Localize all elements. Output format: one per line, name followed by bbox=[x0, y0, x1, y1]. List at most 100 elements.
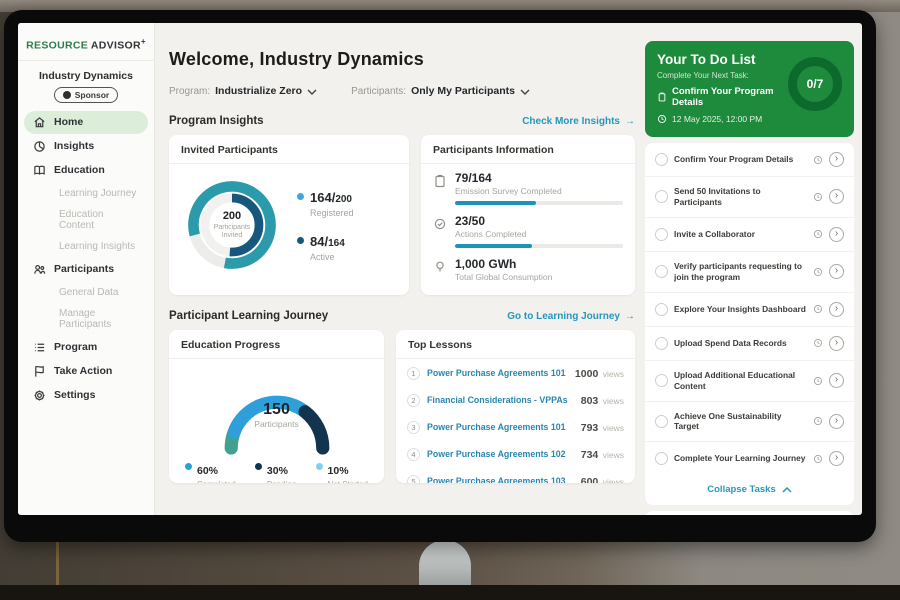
legend-label: Completed bbox=[197, 480, 236, 483]
progress-bar-fill bbox=[455, 201, 536, 205]
todo-checkbox[interactable] bbox=[655, 190, 668, 203]
chevron-right-button[interactable]: › bbox=[829, 227, 844, 242]
sidebar-item-manage-participants[interactable]: Manage Participants bbox=[24, 303, 148, 335]
todo-checkbox[interactable] bbox=[655, 265, 668, 278]
legend-total: 200 bbox=[335, 194, 352, 205]
todo-item[interactable]: Upload Additional Educational Content › bbox=[645, 361, 854, 402]
todo-item-label: Upload Additional Educational Content bbox=[674, 370, 807, 392]
sidebar-item-participants[interactable]: Participants bbox=[24, 258, 148, 281]
lesson-link[interactable]: Financial Considerations - VPPAs bbox=[427, 395, 574, 405]
legend-not-started: 10%Not Started bbox=[316, 461, 368, 483]
lesson-link[interactable]: Power Purchase Agreements 102 bbox=[427, 449, 574, 459]
arrow-right-icon: → bbox=[625, 311, 635, 322]
participants-label: Participants: bbox=[351, 86, 406, 97]
sidebar-item-label: Manage Participants bbox=[59, 308, 111, 330]
clock-icon bbox=[813, 376, 823, 386]
sidebar-item-general-data[interactable]: General Data bbox=[24, 282, 148, 303]
program-label: Program: bbox=[169, 86, 210, 97]
badge-check-icon bbox=[433, 217, 447, 231]
lesson-rank: 1 bbox=[407, 367, 420, 380]
program-dropdown[interactable]: Program: Industrialize Zero bbox=[169, 82, 317, 100]
home-icon bbox=[33, 116, 46, 129]
todo-checkbox[interactable] bbox=[655, 337, 668, 350]
sidebar-item-take-action[interactable]: Take Action bbox=[24, 360, 148, 383]
todo-item-label: Verify participants requesting to join t… bbox=[674, 261, 807, 283]
chevron-right-button[interactable]: › bbox=[829, 189, 844, 204]
todo-counter: 0/7 bbox=[807, 77, 824, 91]
sidebar-item-label: Program bbox=[54, 341, 97, 353]
people-icon bbox=[33, 263, 46, 276]
collapse-tasks-link[interactable]: Collapse Tasks bbox=[645, 475, 854, 505]
section-title: Participant Learning Journey bbox=[169, 310, 328, 322]
program-insights-header: Program Insights Check More Insights→ bbox=[169, 115, 635, 127]
chevron-right-button[interactable]: › bbox=[829, 451, 844, 466]
sidebar-item-learning-insights[interactable]: Learning Insights bbox=[24, 236, 148, 257]
sponsor-label: Sponsor bbox=[75, 90, 109, 100]
clock-icon bbox=[813, 155, 823, 165]
chevron-right-button[interactable]: › bbox=[829, 264, 844, 279]
sidebar-item-label: Home bbox=[54, 116, 83, 128]
learning-cards-row: Education Progress 150 Participants bbox=[169, 330, 635, 483]
chevron-right-button[interactable]: › bbox=[829, 414, 844, 429]
legend-pending: 30%Pending bbox=[255, 461, 296, 483]
insights-cards-row: Invited Participants 200 Partic bbox=[169, 135, 635, 295]
todo-checkbox[interactable] bbox=[655, 452, 668, 465]
todo-item[interactable]: Explore Your Insights Dashboard › bbox=[645, 293, 854, 327]
lesson-rank: 3 bbox=[407, 421, 420, 434]
stat-label: Total Global Consumption bbox=[455, 272, 623, 282]
sidebar-item-learning-journey[interactable]: Learning Journey bbox=[24, 183, 148, 204]
todo-checkbox[interactable] bbox=[655, 303, 668, 316]
sidebar-item-insights[interactable]: Insights bbox=[24, 135, 148, 158]
sidebar-item-home[interactable]: Home bbox=[24, 111, 148, 134]
go-to-learning-journey-link[interactable]: Go to Learning Journey→ bbox=[507, 311, 635, 322]
gauge-chart-area: 150 Participants bbox=[169, 359, 384, 455]
sidebar-item-settings[interactable]: Settings bbox=[24, 384, 148, 407]
lesson-link[interactable]: Power Purchase Agreements 101 bbox=[427, 368, 568, 378]
cable bbox=[56, 536, 59, 588]
sidebar-item-education[interactable]: Education bbox=[24, 159, 148, 182]
section-title: Program Insights bbox=[169, 115, 264, 127]
legend-pct: 10% bbox=[328, 465, 349, 477]
chevron-right-button[interactable]: › bbox=[829, 336, 844, 351]
lesson-row: 2 Financial Considerations - VPPAs 803 v… bbox=[396, 386, 635, 413]
todo-checkbox[interactable] bbox=[655, 228, 668, 241]
legend-label: Active bbox=[310, 252, 345, 262]
lightbulb-icon bbox=[433, 260, 447, 274]
lesson-link[interactable]: Power Purchase Agreements 101 bbox=[427, 422, 574, 432]
chevron-right-button[interactable]: › bbox=[829, 152, 844, 167]
stat-emission-survey: 79/164 Emission Survey Completed bbox=[421, 164, 635, 207]
lesson-link[interactable]: Power Purchase Agreements 103 bbox=[427, 476, 574, 483]
participants-dropdown[interactable]: Participants: Only My Participants bbox=[351, 82, 530, 100]
logo-plus: + bbox=[141, 37, 146, 46]
stat-label: Emission Survey Completed bbox=[455, 186, 623, 196]
todo-item[interactable]: Achieve One Sustainability Target › bbox=[645, 402, 854, 443]
todo-checkbox[interactable] bbox=[655, 374, 668, 387]
clock-icon bbox=[813, 192, 823, 202]
todo-checkbox[interactable] bbox=[655, 415, 668, 428]
page-title: Welcome, Industry Dynamics bbox=[169, 49, 635, 70]
todo-item[interactable]: Confirm Your Program Details › bbox=[645, 143, 854, 177]
chevron-right-button[interactable]: › bbox=[829, 302, 844, 317]
todo-item[interactable]: Upload Spend Data Records › bbox=[645, 327, 854, 361]
sidebar-item-label: Learning Insights bbox=[59, 241, 135, 252]
legend-label: Pending bbox=[267, 480, 296, 483]
todo-due-date-label: 12 May 2025, 12:00 PM bbox=[672, 114, 762, 124]
todo-item-label: Explore Your Insights Dashboard bbox=[674, 304, 807, 315]
todo-item[interactable]: Invite a Collaborator › bbox=[645, 218, 854, 252]
recent-news-card: Recent News bbox=[645, 511, 854, 515]
todo-checkbox[interactable] bbox=[655, 153, 668, 166]
sidebar-item-program[interactable]: Program bbox=[24, 336, 148, 359]
lesson-views: 793 bbox=[581, 422, 599, 434]
todo-item[interactable]: Send 50 Invitations to Participants › bbox=[645, 177, 854, 218]
chevron-right-button[interactable]: › bbox=[829, 373, 844, 388]
check-more-insights-link[interactable]: Check More Insights→ bbox=[522, 116, 635, 127]
todo-next-task-label: Confirm Your Program Details bbox=[672, 86, 788, 108]
learning-journey-header: Participant Learning Journey Go to Learn… bbox=[169, 310, 635, 322]
sidebar-item-education-content[interactable]: Education Content bbox=[24, 204, 148, 236]
collapse-label: Collapse Tasks bbox=[707, 484, 775, 495]
legend-value: 84/ bbox=[310, 234, 328, 249]
monitor-stand bbox=[419, 540, 471, 588]
todo-item[interactable]: Verify participants requesting to join t… bbox=[645, 252, 854, 293]
todo-item[interactable]: Complete Your Learning Journey › bbox=[645, 442, 854, 475]
program-value: Industrialize Zero bbox=[215, 85, 302, 97]
